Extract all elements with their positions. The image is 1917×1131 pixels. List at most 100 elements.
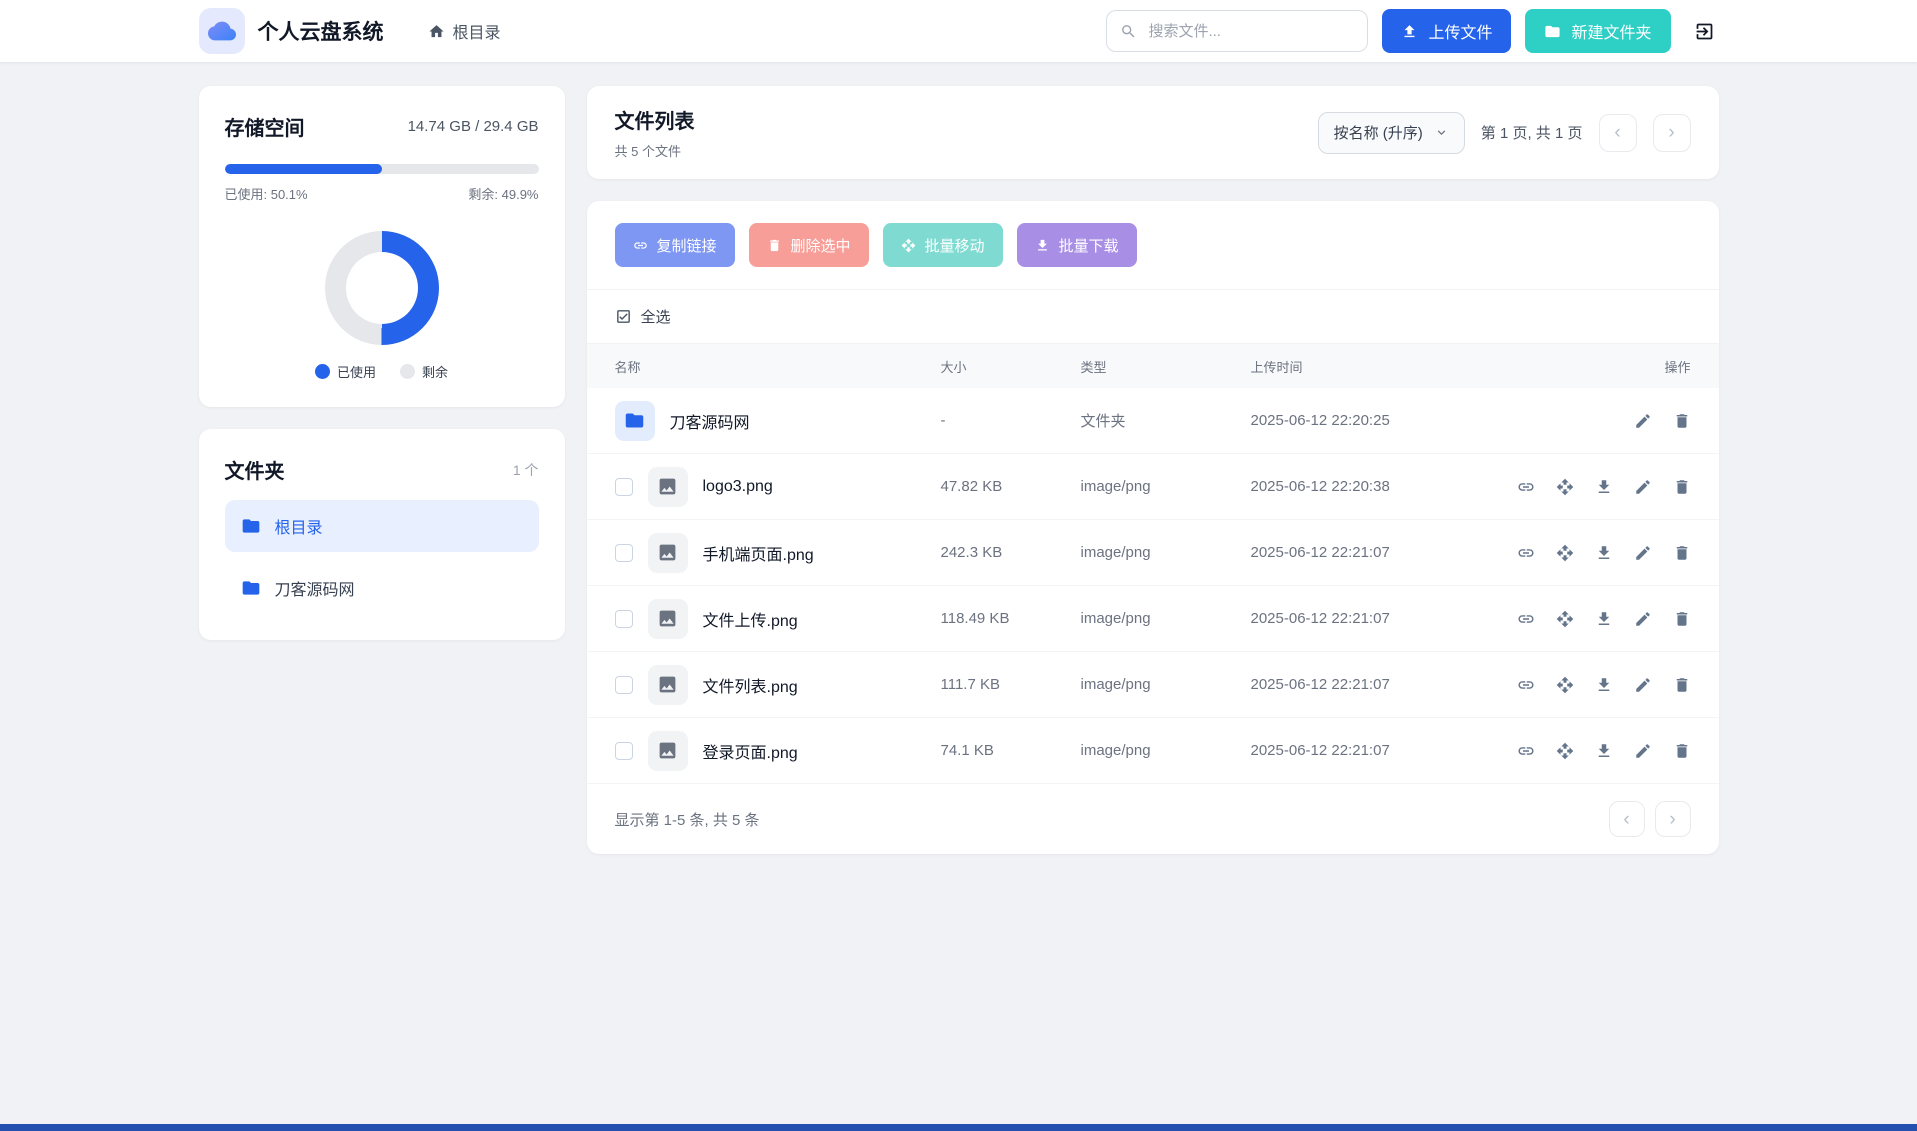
rename-button[interactable] <box>1634 544 1652 562</box>
image-file-icon <box>648 467 688 507</box>
select-all-toggle[interactable]: 全选 <box>587 290 1719 344</box>
breadcrumb[interactable]: 根目录 <box>428 19 501 43</box>
new-folder-label: 新建文件夹 <box>1571 19 1651 43</box>
sort-dropdown[interactable]: 按名称 (升序) <box>1318 112 1465 154</box>
file-time: 2025-06-12 22:21:07 <box>1251 544 1541 561</box>
logout-button[interactable] <box>1690 17 1719 46</box>
move-arrows-icon <box>1556 676 1574 694</box>
storage-progress-fill <box>225 164 382 174</box>
rename-button[interactable] <box>1634 412 1652 430</box>
download-action[interactable] <box>1595 478 1613 496</box>
row-checkbox[interactable] <box>615 676 633 694</box>
sidebar-folder-daoke[interactable]: 刀客源码网 <box>225 562 539 614</box>
file-name[interactable]: 文件列表.png <box>703 673 798 697</box>
file-name[interactable]: 手机端页面.png <box>703 541 814 565</box>
delete-button[interactable] <box>1673 412 1691 430</box>
link-icon <box>1517 676 1535 694</box>
file-name[interactable]: 文件上传.png <box>703 607 798 631</box>
delete-button[interactable] <box>1673 742 1691 760</box>
delete-button[interactable] <box>1673 478 1691 496</box>
copy-link-action[interactable] <box>1517 544 1535 562</box>
row-checkbox[interactable] <box>615 544 633 562</box>
row-checkbox[interactable] <box>615 742 633 760</box>
new-folder-button[interactable]: 新建文件夹 <box>1525 9 1670 53</box>
storage-remain-label: 剩余: 49.9% <box>468 184 538 203</box>
move-action[interactable] <box>1556 544 1574 562</box>
sidebar-folder-root[interactable]: 根目录 <box>225 500 539 552</box>
file-name[interactable]: 刀客源码网 <box>670 409 750 433</box>
next-page-button[interactable]: › <box>1653 114 1691 152</box>
copy-link-button[interactable]: 复制链接 <box>615 223 735 267</box>
legend-remain-label: 剩余 <box>422 362 448 381</box>
download-action[interactable] <box>1595 676 1613 694</box>
image-file-icon <box>648 731 688 771</box>
col-actions: 操作 <box>1541 357 1691 376</box>
prev-page-button[interactable]: ‹ <box>1599 114 1637 152</box>
download-icon <box>1595 742 1613 760</box>
copy-link-action[interactable] <box>1517 478 1535 496</box>
copy-link-action[interactable] <box>1517 742 1535 760</box>
home-icon <box>428 23 445 40</box>
trash-icon <box>1673 610 1691 628</box>
table-row: 刀客源码网 - 文件夹 2025-06-12 22:20:25 <box>587 388 1719 454</box>
copy-link-action[interactable] <box>1517 610 1535 628</box>
footer-next-page-button[interactable]: › <box>1655 801 1691 837</box>
download-action[interactable] <box>1595 544 1613 562</box>
search-box <box>1106 10 1368 52</box>
storage-legend: 已使用 剩余 <box>315 362 448 381</box>
storage-donut-chart <box>325 231 439 345</box>
move-action[interactable] <box>1556 742 1574 760</box>
delete-selected-button[interactable]: 删除选中 <box>749 223 869 267</box>
batch-move-button[interactable]: 批量移动 <box>883 223 1003 267</box>
search-input[interactable] <box>1146 22 1354 41</box>
batch-download-button[interactable]: 批量下载 <box>1017 223 1137 267</box>
move-action[interactable] <box>1556 676 1574 694</box>
file-type: image/png <box>1081 676 1251 693</box>
table-row: 登录页面.png 74.1 KB image/png 2025-06-12 22… <box>587 718 1719 784</box>
move-action[interactable] <box>1556 610 1574 628</box>
storage-usage-text: 14.74 GB / 29.4 GB <box>408 118 539 135</box>
delete-button[interactable] <box>1673 676 1691 694</box>
rename-button[interactable] <box>1634 742 1652 760</box>
cloud-icon <box>208 17 236 45</box>
bottom-edge-bar <box>0 1124 1917 1131</box>
rename-button[interactable] <box>1634 478 1652 496</box>
file-size: - <box>941 412 1081 429</box>
rename-button[interactable] <box>1634 610 1652 628</box>
link-icon <box>633 238 648 253</box>
download-action[interactable] <box>1595 742 1613 760</box>
sort-dropdown-label: 按名称 (升序) <box>1334 122 1423 143</box>
move-action[interactable] <box>1556 478 1574 496</box>
folder-icon <box>241 516 261 536</box>
trash-icon <box>767 238 782 253</box>
folders-count: 1 个 <box>513 460 539 480</box>
footer-prev-page-button[interactable]: ‹ <box>1609 801 1645 837</box>
row-checkbox[interactable] <box>615 610 633 628</box>
table-row: 文件上传.png 118.49 KB image/png 2025-06-12 … <box>587 586 1719 652</box>
pencil-icon <box>1634 676 1652 694</box>
pencil-icon <box>1634 610 1652 628</box>
move-arrows-icon <box>1556 544 1574 562</box>
copy-link-action[interactable] <box>1517 676 1535 694</box>
row-checkbox[interactable] <box>615 478 633 496</box>
col-size: 大小 <box>941 357 1081 376</box>
delete-button[interactable] <box>1673 544 1691 562</box>
breadcrumb-label: 根目录 <box>453 19 501 43</box>
file-type: image/png <box>1081 544 1251 561</box>
file-name[interactable]: logo3.png <box>703 478 773 496</box>
move-arrows-icon <box>1556 610 1574 628</box>
file-type: image/png <box>1081 478 1251 495</box>
file-name[interactable]: 登录页面.png <box>703 739 798 763</box>
file-list-title: 文件列表 <box>615 105 695 134</box>
upload-file-button[interactable]: 上传文件 <box>1382 9 1511 53</box>
download-action[interactable] <box>1595 610 1613 628</box>
storage-progress-bar <box>225 164 539 174</box>
image-file-icon <box>648 665 688 705</box>
pencil-icon <box>1634 478 1652 496</box>
list-footer: 显示第 1-5 条, 共 5 条 ‹ › <box>587 784 1719 854</box>
folder-item-label: 根目录 <box>275 514 323 538</box>
image-file-icon <box>648 599 688 639</box>
table-row: logo3.png 47.82 KB image/png 2025-06-12 … <box>587 454 1719 520</box>
delete-button[interactable] <box>1673 610 1691 628</box>
rename-button[interactable] <box>1634 676 1652 694</box>
